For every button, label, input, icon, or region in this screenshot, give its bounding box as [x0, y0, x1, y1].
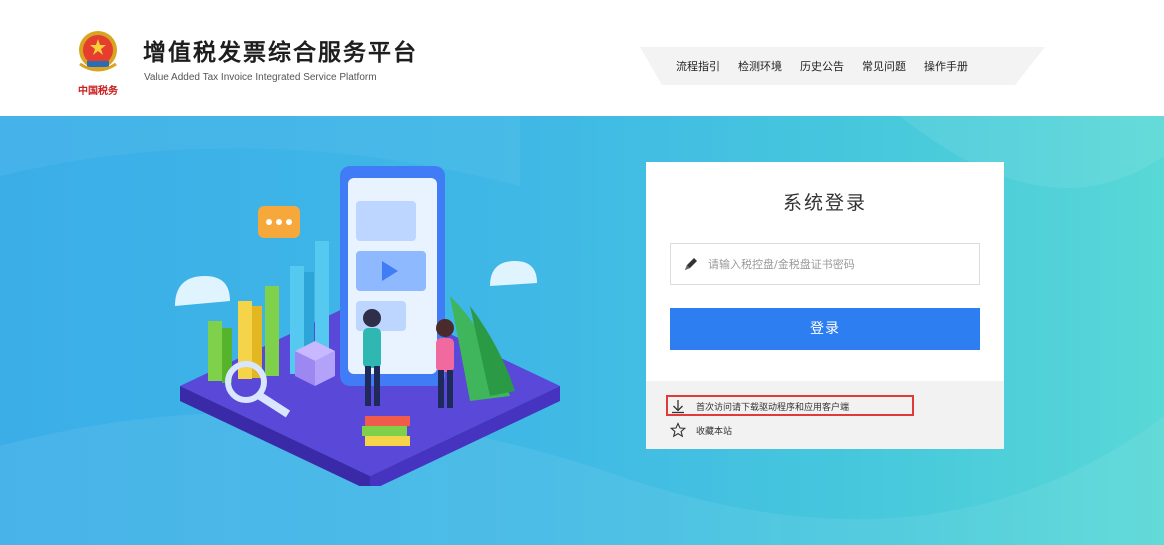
bookmark-site-link[interactable]: 收藏本站	[670, 421, 732, 439]
star-outline-icon	[670, 422, 686, 438]
pencil-icon	[685, 258, 697, 270]
login-footer-links: 首次访问请下载驱动程序和应用客户端 收藏本站	[646, 381, 1004, 449]
nav-item-announcements[interactable]: 历史公告	[800, 58, 844, 74]
top-navigation: 流程指引 检测环境 历史公告 常见问题 操作手册	[640, 47, 1045, 85]
login-button[interactable]: 登录	[670, 308, 980, 350]
site-title: 增值税发票综合服务平台	[143, 40, 418, 66]
logo-caption: 中国税务	[78, 84, 119, 97]
download-arrow-icon	[672, 400, 684, 414]
national-emblem-logo: 中国税务	[70, 28, 126, 102]
login-illustration	[175, 166, 560, 486]
bookmark-link-label: 收藏本站	[696, 426, 733, 437]
download-link-label: 首次访问请下载驱动程序和应用客户端	[696, 402, 850, 413]
site-subtitle: Value Added Tax Invoice Integrated Servi…	[144, 72, 377, 83]
download-client-link[interactable]: 首次访问请下载驱动程序和应用客户端	[670, 397, 849, 415]
login-card: 系统登录 登录 首次访问请下载驱动程序和应用客户端 收藏本站	[646, 162, 1004, 449]
nav-item-faq[interactable]: 常见问题	[862, 58, 906, 74]
password-field-wrapper	[670, 243, 980, 285]
hero-banner: 系统登录 登录 首次访问请下载驱动程序和应用客户端 收藏本站	[0, 116, 1164, 545]
password-input[interactable]	[708, 244, 973, 284]
nav-item-check-environment[interactable]: 检测环境	[738, 58, 782, 74]
nav-item-process-guide[interactable]: 流程指引	[676, 58, 720, 74]
login-title: 系统登录	[782, 192, 867, 214]
page-header: 中国税务 增值税发票综合服务平台 Value Added Tax Invoice…	[0, 0, 1164, 116]
nav-item-manual[interactable]: 操作手册	[924, 58, 968, 74]
